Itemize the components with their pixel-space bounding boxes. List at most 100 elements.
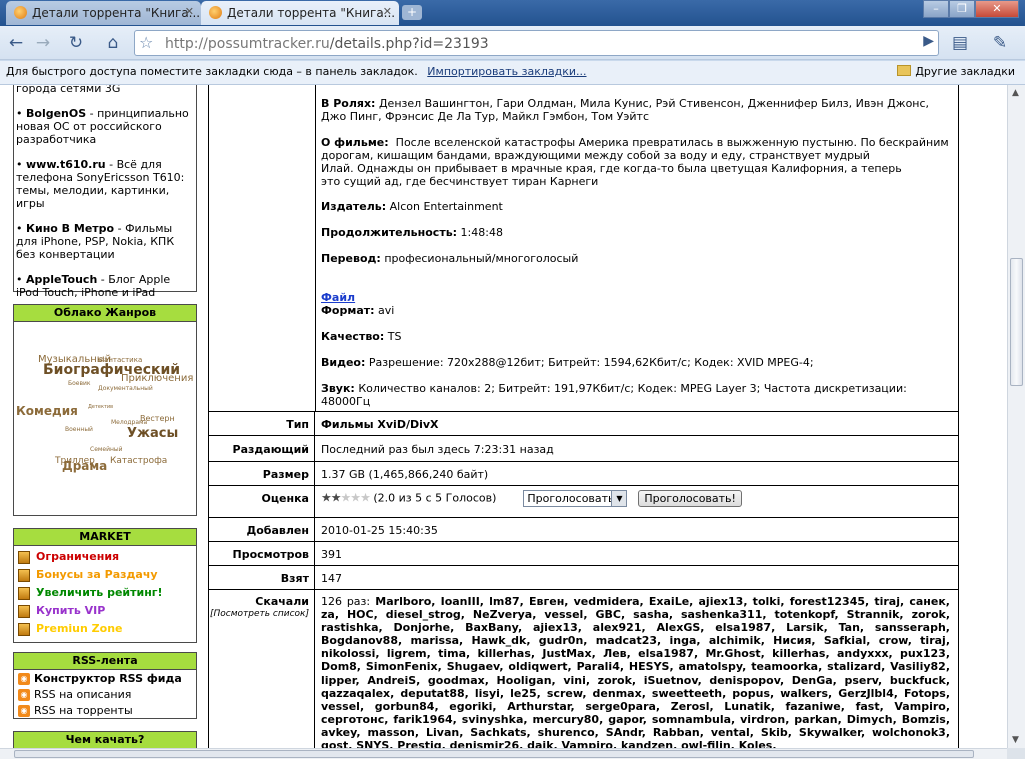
new-tab-button[interactable]: +: [402, 5, 422, 20]
torrent-details-table: В Ролях: Дензел Вашингтон, Гари Олдман, …: [208, 85, 959, 748]
page-menu-icon[interactable]: ▤: [948, 31, 972, 55]
address-bar[interactable]: ☆ http://possumtracker.ru/details.php?id…: [134, 30, 939, 56]
genre-tag[interactable]: Приключения: [121, 373, 193, 384]
genre-tag[interactable]: Драма: [62, 459, 107, 473]
vote-button[interactable]: Проголосовать!: [638, 490, 742, 507]
audio-info: Звук: Количество каналов: 2; Битрейт: 19…: [321, 382, 907, 408]
genre-tag[interactable]: Семейный: [90, 446, 123, 453]
browser-chrome: Детали торрента "Книга... ✕ Детали торре…: [0, 0, 1025, 85]
close-tab-icon[interactable]: ✕: [383, 5, 392, 18]
market-title: MARKET: [14, 529, 196, 546]
minimize-icon[interactable]: –: [923, 0, 949, 18]
close-window-icon[interactable]: ✕: [975, 0, 1019, 18]
taken-row: Взят 147: [209, 566, 958, 590]
genre-tag[interactable]: Ужасы: [127, 426, 178, 441]
partner-site[interactable]: • BolgenOS - принципиально новая ОС от р…: [16, 107, 195, 146]
partner-sites-box: города сетями 3G • BolgenOS - принципиал…: [13, 85, 197, 299]
type-row: Тип Фильмы XviD/DivX: [209, 412, 958, 436]
scroll-up-icon[interactable]: ▲: [1012, 88, 1019, 98]
horizontal-scrollbar[interactable]: [0, 748, 1007, 759]
genre-cloud-box: Облако Жанров Музыкальный Фантастика Био…: [13, 304, 197, 516]
forward-icon[interactable]: →: [31, 31, 55, 55]
genre-tag[interactable]: Катастрофа: [110, 456, 167, 466]
rss-icon: ◉: [18, 689, 30, 701]
view-list-link[interactable]: [Посмотреть список]: [209, 609, 309, 619]
genre-tag[interactable]: Документальный: [98, 385, 153, 392]
tab-title: Детали торрента "Книга...: [227, 6, 396, 20]
tab-title: Детали торрента "Книга...: [32, 6, 201, 20]
bookmarks-hint: Для быстрого доступа поместите закладки …: [6, 65, 418, 78]
import-bookmarks-link[interactable]: Импортировать закладки...: [427, 65, 586, 78]
seeder-value: Последний раз был здесь 7:23:31 назад: [321, 443, 554, 456]
close-tab-icon[interactable]: ✕: [185, 5, 194, 18]
market-item[interactable]: Ограничения: [14, 548, 196, 566]
added-row: Добавлен 2010-01-25 15:40:35: [209, 518, 958, 542]
partner-site[interactable]: • Кино В Метро - Фильмы для iPhone, PSP,…: [16, 222, 195, 261]
added-label: Добавлен: [209, 518, 315, 541]
genre-tag[interactable]: Детектив: [88, 404, 113, 410]
rss-item[interactable]: ◉ RSS на торренты: [14, 703, 196, 719]
market-item[interactable]: Купить VIP: [14, 602, 196, 620]
rating-row: Оценка ★★★★★ (2.0 из 5 с 5 Голосов) Прог…: [209, 486, 958, 518]
vertical-scrollbar[interactable]: ▲ ▼: [1007, 85, 1025, 748]
reload-icon[interactable]: ↻: [64, 31, 88, 55]
page-viewport: города сетями 3G • BolgenOS - принципиал…: [0, 85, 1007, 748]
market-box: MARKET Ограничения Бонусы за Раздачу Уве…: [13, 528, 197, 643]
file-link[interactable]: Файл: [321, 291, 956, 304]
browser-tab[interactable]: Детали торрента "Книга... ✕: [6, 1, 201, 25]
market-item[interactable]: Premiun Zone: [14, 620, 196, 638]
star-empty-icon: ★: [350, 490, 361, 505]
genre-tag[interactable]: Боевик: [68, 380, 91, 387]
translation: Перевод: професиональный/многоголосый: [321, 252, 579, 265]
type-value[interactable]: Фильмы XviD/DivX: [321, 418, 439, 431]
added-value: 2010-01-25 15:40:35: [321, 524, 438, 537]
scrollbar-thumb[interactable]: [1010, 258, 1023, 386]
size-value: 1.37 GB (1,465,866,240 байт): [321, 468, 489, 481]
maximize-icon[interactable]: ❐: [949, 0, 975, 18]
site-favicon-icon: [14, 6, 27, 19]
browser-tab-active[interactable]: Детали торрента "Книга... ✕: [201, 1, 399, 25]
tab-strip: Детали торрента "Книга... ✕ Детали торре…: [0, 0, 1025, 26]
quality: Качество: TS: [321, 330, 402, 343]
size-row: Размер 1.37 GB (1,465,866,240 байт): [209, 462, 958, 486]
other-bookmarks[interactable]: Другие закладки: [897, 65, 1015, 78]
bookmark-star-icon[interactable]: ☆: [139, 33, 153, 52]
coin-icon: [18, 550, 30, 564]
taken-label: Взят: [209, 566, 315, 589]
format: Формат: avi: [321, 304, 395, 317]
browser-toolbar: ← → ↻ ⌂ ☆ http://possumtracker.ru/detail…: [0, 26, 1025, 60]
genre-cloud-title: Облако Жанров: [14, 305, 196, 322]
vote-select[interactable]: Проголосовать ▼: [523, 490, 628, 507]
star-empty-icon: ★: [340, 490, 352, 505]
scroll-down-icon[interactable]: ▼: [1012, 735, 1019, 745]
window-controls: – ❐ ✕: [923, 0, 1019, 18]
rating-label: Оценка: [209, 486, 315, 517]
genre-tag[interactable]: Военный: [65, 426, 93, 433]
coin-icon: [18, 604, 30, 618]
partner-site[interactable]: • www.t610.ru - Всё для телефона SonyEri…: [16, 158, 195, 210]
rating-value: ★★★★★ (2.0 из 5 с 5 Голосов) Проголосова…: [321, 490, 951, 507]
site-desc-cut: города сетями 3G: [16, 85, 121, 95]
size-label: Размер: [209, 462, 315, 485]
downloaded-label-cell: Скачали [Посмотреть список]: [209, 590, 315, 748]
chevron-down-icon: ▼: [611, 491, 627, 506]
wrench-menu-icon[interactable]: ✎: [988, 31, 1012, 55]
star-filled-icon: ★: [321, 490, 332, 505]
go-icon[interactable]: ▶: [923, 33, 934, 49]
genre-tag[interactable]: Комедия: [16, 404, 78, 418]
partner-site[interactable]: • AppleTouch - Блог Apple iPod Touch, iP…: [16, 273, 195, 299]
rss-item[interactable]: ◉ Конструктор RSS фида: [14, 671, 196, 687]
rss-icon: ◉: [18, 673, 30, 685]
scrollbar-thumb[interactable]: [14, 750, 974, 758]
views-label: Просмотров: [209, 542, 315, 565]
rss-item[interactable]: ◉ RSS на описания: [14, 687, 196, 703]
seeder-row: Раздающий Последний раз был здесь 7:23:3…: [209, 436, 958, 462]
genre-tag[interactable]: Мелодрама: [111, 419, 147, 426]
home-icon[interactable]: ⌂: [101, 31, 125, 55]
description-cell: В Ролях: Дензел Вашингтон, Гари Олдман, …: [209, 85, 958, 412]
bookmarks-bar: Для быстрого доступа поместите закладки …: [0, 61, 1025, 85]
downloaders-list: 126 раз: Marlboro, IoanIII, lm87, Евген,…: [321, 595, 950, 748]
market-item[interactable]: Увеличить рейтинг!: [14, 584, 196, 602]
back-icon[interactable]: ←: [4, 31, 28, 55]
market-item[interactable]: Бонусы за Раздачу: [14, 566, 196, 584]
